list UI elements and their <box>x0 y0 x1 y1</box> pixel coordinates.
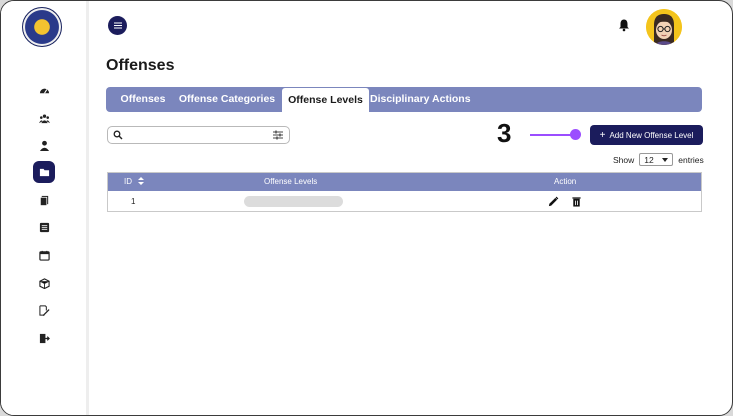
plus-icon: + <box>599 129 606 141</box>
notification-bell-icon[interactable] <box>617 18 631 32</box>
menu-toggle-button[interactable] <box>108 16 127 35</box>
offense-levels-table: ID Offense Levels Action 1 <box>107 172 702 212</box>
search-box <box>107 126 290 144</box>
tab-offense-levels[interactable]: Offense Levels <box>282 88 369 112</box>
entries-label: entries <box>678 154 704 165</box>
logout-icon <box>39 333 50 343</box>
header-offense-levels: Offense Levels <box>264 177 318 186</box>
filter-settings-icon[interactable] <box>273 130 283 140</box>
sidebar <box>1 1 89 415</box>
sidebar-item-inventory[interactable] <box>33 272 55 294</box>
header-action: Action <box>554 177 577 186</box>
page-title: Offenses <box>106 57 175 74</box>
row-id: 1 <box>131 197 136 206</box>
sidebar-item-calendar[interactable] <box>33 244 55 266</box>
sidebar-item-logout[interactable] <box>33 327 55 349</box>
search-input[interactable] <box>126 128 266 142</box>
entries-value: 12 <box>644 154 654 165</box>
search-icon <box>113 130 123 140</box>
dashboard-icon <box>39 88 49 94</box>
header-id-label: ID <box>124 177 132 186</box>
tab-disciplinary-actions[interactable]: Disciplinary Actions <box>370 87 471 112</box>
edit-document-icon <box>38 304 50 316</box>
folder-icon <box>39 168 49 176</box>
add-offense-level-button[interactable]: + Add New Offense Level <box>590 125 703 145</box>
box-icon <box>38 277 50 289</box>
header-id[interactable]: ID <box>124 173 145 191</box>
row-offense-level-redacted <box>244 196 343 207</box>
group-icon <box>38 114 50 123</box>
sort-icon <box>138 177 145 185</box>
sidebar-item-groups[interactable] <box>33 107 55 129</box>
sidebar-item-documents[interactable] <box>33 189 55 211</box>
user-icon <box>39 140 49 151</box>
main-content: Offenses Offenses Offense Categories Off… <box>92 1 732 415</box>
edit-pencil-icon[interactable] <box>548 196 559 207</box>
sidebar-item-list[interactable] <box>33 216 55 238</box>
user-avatar[interactable] <box>646 9 682 45</box>
annotation-pointer-line <box>530 134 574 136</box>
calendar-icon <box>38 250 50 261</box>
documents-icon <box>39 195 48 206</box>
step-number-annotation: 3 <box>497 118 512 148</box>
sidebar-item-profile[interactable] <box>33 134 55 156</box>
table-row: 1 <box>108 192 701 212</box>
sidebar-item-dashboard[interactable] <box>33 79 55 101</box>
entries-control: Show 12 entries <box>613 153 704 166</box>
annotation-pointer-dot <box>570 129 581 140</box>
tab-offenses[interactable]: Offenses <box>116 87 170 112</box>
tab-offense-categories[interactable]: Offense Categories <box>177 87 277 112</box>
avatar-face-icon <box>646 9 682 45</box>
list-icon <box>39 222 49 232</box>
delete-trash-icon[interactable] <box>571 196 582 207</box>
table-header: ID Offense Levels Action <box>108 173 701 191</box>
add-button-label: Add New Offense Level <box>609 130 694 140</box>
sidebar-item-reports[interactable] <box>33 299 55 321</box>
show-label: Show <box>613 154 635 165</box>
offense-tabs: Offenses Offense Categories Offense Leve… <box>106 87 702 112</box>
school-logo <box>22 7 62 47</box>
hamburger-icon <box>113 22 122 29</box>
sidebar-item-records[interactable] <box>33 161 55 183</box>
app-window: Offenses Offenses Offense Categories Off… <box>0 0 733 416</box>
caret-down-icon <box>662 157 669 162</box>
entries-select[interactable]: 12 <box>639 153 674 166</box>
